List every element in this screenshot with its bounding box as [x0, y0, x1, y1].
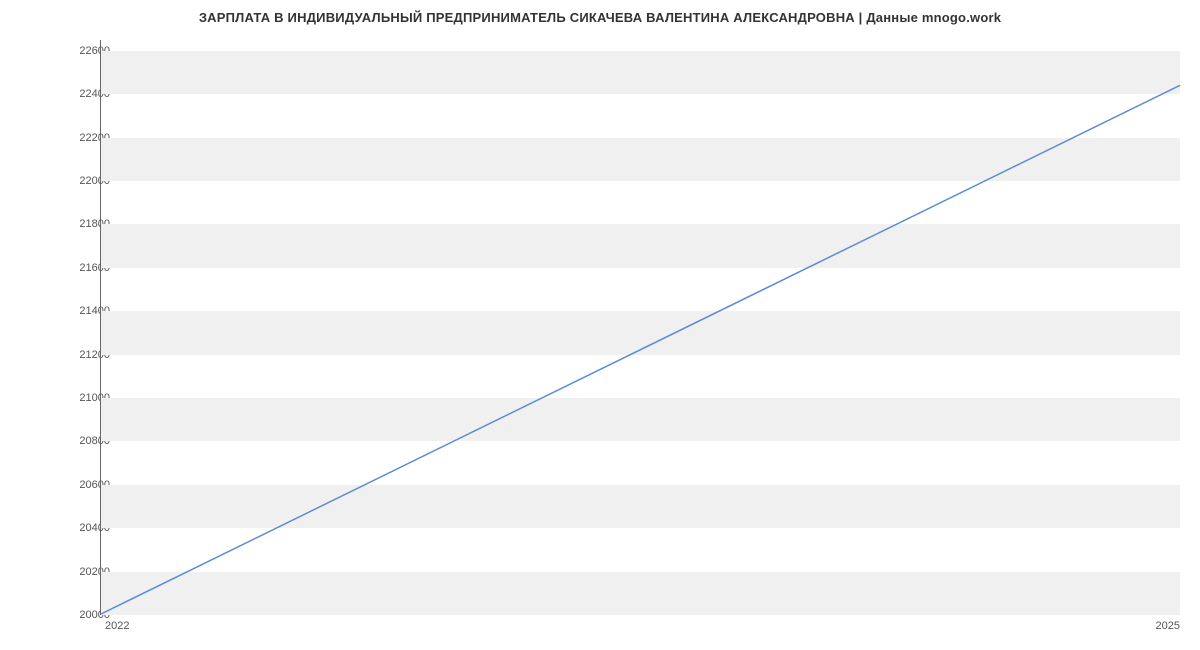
chart-container: ЗАРПЛАТА В ИНДИВИДУАЛЬНЫЙ ПРЕДПРИНИМАТЕЛ… — [0, 0, 1200, 650]
x-tick-label: 2022 — [105, 620, 129, 632]
x-tick-label: 2025 — [1156, 620, 1180, 632]
chart-title: ЗАРПЛАТА В ИНДИВИДУАЛЬНЫЙ ПРЕДПРИНИМАТЕЛ… — [0, 0, 1200, 25]
data-line — [101, 40, 1180, 614]
plot-area — [100, 40, 1180, 615]
